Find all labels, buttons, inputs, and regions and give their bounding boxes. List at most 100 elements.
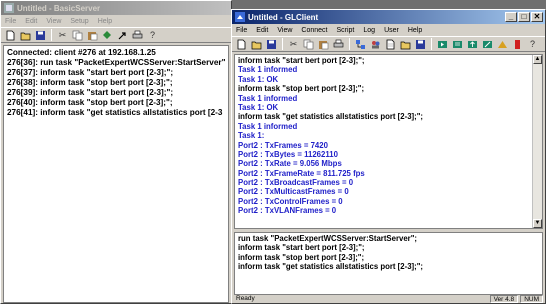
output-scrollbar[interactable]: ▲ ▼ [532,55,542,228]
output-line: inform task "stop bert port [2-3];"; [238,84,365,94]
log-line: Connected: client #276 at 192.168.1.25 [7,48,156,57]
glclient-title: Untitled - GLClient [248,12,319,22]
num-lock-indicator: NUM [520,294,543,303]
output-line: Task 1: OK [238,74,279,84]
menu-connect[interactable]: Connect [301,27,327,34]
version-indicator: Ver 4.8 [489,294,519,303]
output-line: inform task "start bert port [2-3];"; [238,56,365,65]
network-icon[interactable] [354,38,367,50]
paste-icon[interactable] [317,38,330,50]
bookmark-icon[interactable] [511,38,524,50]
menu-view[interactable]: View [46,18,61,25]
command-input-pane[interactable]: run task "PacketExpertWCSServer:StartSer… [234,232,543,295]
window-controls: _ □ ✕ [505,12,545,22]
output-line: Task 1: [238,131,265,141]
document-icon[interactable] [384,38,397,50]
save-icon[interactable] [34,29,47,41]
menu-help[interactable]: Help [408,27,422,34]
menu-help[interactable]: Help [98,18,112,25]
output-line: Port2 : TxRate = 9.056 Mbps [238,159,342,169]
cut-icon[interactable]: ✂ [56,29,69,41]
menu-file[interactable]: File [236,27,247,34]
close-button[interactable]: ✕ [531,12,543,22]
minimize-button[interactable]: _ [505,12,517,22]
menu-user[interactable]: User [384,27,399,34]
app-icon [4,3,14,13]
menu-file[interactable]: File [5,18,16,25]
output-line: Task 1 informed [238,93,298,103]
status-message: Ready [236,295,255,302]
output-line: Port2 : TxFrameRate = 811.725 fps [238,168,365,178]
copy-icon[interactable] [302,38,315,50]
menu-view[interactable]: View [277,27,292,34]
output-line: Task 1: OK [238,102,279,112]
print-icon[interactable] [332,38,345,50]
toolbar-separator [349,38,350,50]
command-line: inform task "start bert port [2-3];"; [238,243,365,253]
command-line: run task "PacketExpertWCSServer:StartSer… [238,234,418,243]
arrow-icon[interactable] [116,29,129,41]
menu-script[interactable]: Script [336,27,354,34]
glclient-titlebar[interactable]: Untitled - GLClient _ □ ✕ [232,10,545,24]
toolbar-separator [51,29,52,41]
basicserver-titlebar[interactable]: Untitled - BasicServer [1,1,231,15]
maximize-button[interactable]: □ [518,12,530,22]
menu-setup[interactable]: Setup [70,18,88,25]
output-line: inform task "get statistics allstatistic… [238,112,424,122]
log-line: 276[38]: inform task "stop bert port [2-… [7,78,173,87]
help-icon[interactable]: ? [526,38,539,50]
open-folder-icon[interactable] [19,29,32,41]
open-folder-icon[interactable] [250,38,263,50]
output-line: Task 1 informed [238,65,298,75]
output-line: Port2 : TxBroadcastFrames = 0 [238,178,354,188]
basicserver-window[interactable]: Untitled - BasicServer File Edit View Se… [0,0,232,304]
app-icon [235,12,245,22]
status-bar: Ready Ver 4.8 NUM [234,294,543,303]
basicserver-title: Untitled - BasicServer [17,3,101,13]
output-line: Port2 : TxControlFrames = 0 [238,196,343,206]
output-line: Port2 : TxBytes = 11262110 [238,149,338,159]
log-line: 276[37]: inform task "start bert port [2… [7,68,174,77]
users-icon[interactable] [369,38,382,50]
toolbar-separator [282,38,283,50]
menu-edit[interactable]: Edit [256,27,268,34]
output-line: Port2 : TxVLANFrames = 0 [238,206,337,216]
menu-log[interactable]: Log [363,27,375,34]
paste-icon[interactable] [86,29,99,41]
basicserver-toolbar: ✂ ? [1,27,231,43]
command-line: inform task "get statistics allstatistic… [238,262,424,272]
glclient-toolbar: ✂ ? [232,36,545,52]
basicserver-menubar: File Edit View Setup Help [1,15,231,27]
folder-icon[interactable] [399,38,412,50]
user-icon[interactable] [496,38,509,50]
new-file-icon[interactable] [235,38,248,50]
run-script-icon[interactable] [436,38,449,50]
log-line: 276[36]: run task "PacketExpertWCSServer… [7,58,226,67]
print-icon[interactable] [131,29,144,41]
log-line: 276[39]: inform task "start bert port [2… [7,88,174,97]
glclient-window[interactable]: Untitled - GLClient _ □ ✕ File Edit View… [231,9,546,304]
toolbar-separator [431,38,432,50]
cut-icon[interactable]: ✂ [287,38,300,50]
new-file-icon[interactable] [4,29,17,41]
connect-icon[interactable] [101,29,114,41]
upload-icon[interactable] [466,38,479,50]
output-line: Port2 : TxMulticastFrames = 0 [238,187,349,197]
script-edit-icon[interactable] [481,38,494,50]
save-icon[interactable] [265,38,278,50]
log-line: 276[40]: inform task "stop bert port [2-… [7,98,173,107]
disk-icon[interactable] [414,38,427,50]
server-log: Connected: client #276 at 192.168.1.25 2… [3,45,229,303]
output-line: Port2 : TxFrames = 7420 [238,140,328,150]
menu-edit[interactable]: Edit [25,18,37,25]
output-pane: inform task "start bert port [2-3];"; Tas… [234,54,543,229]
log-icon[interactable] [451,38,464,50]
scroll-up-button[interactable]: ▲ [533,55,542,64]
help-icon[interactable]: ? [146,29,159,41]
output-line: Task 1 informed [238,121,298,131]
glclient-menubar: File Edit View Connect Script Log User H… [232,24,545,36]
copy-icon[interactable] [71,29,84,41]
command-line: inform task "stop bert port [2-3];"; [238,252,365,262]
command-lines[interactable]: run task "PacketExpertWCSServer:StartSer… [235,233,542,273]
scroll-down-button[interactable]: ▼ [533,219,542,228]
